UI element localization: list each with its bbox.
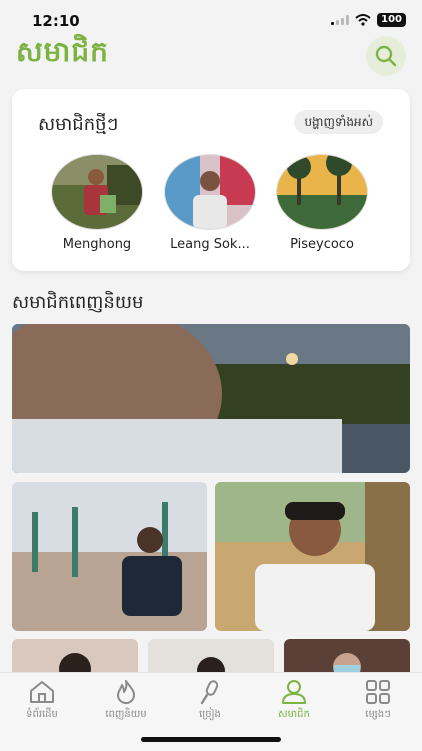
person-icon [282,680,306,704]
page-title: សមាជិក [16,35,109,68]
popular-member-photo[interactable] [12,324,410,473]
nav-label-sing: ច្រៀង [199,709,221,720]
microphone-icon [200,680,219,705]
nav-item-sing[interactable]: ច្រៀង [168,679,252,722]
search-icon [375,45,397,67]
status-icons: 100 [331,13,406,27]
nav-label-home: ទំព័រដើម [26,709,58,720]
home-icon [30,681,54,703]
member-avatar [51,154,143,230]
nav-label-more: ម្សេងៗ [365,709,391,720]
member-avatar [164,154,256,230]
new-members-title: សមាជិកថ្មីៗ [38,114,119,135]
signal-icon [331,15,350,25]
member-name: Menghong [62,237,132,252]
new-members-card: សមាជិកថ្មីៗ បង្ហាញទាំងអស់ Menghong Leang… [12,89,410,271]
member-name: Piseycoco [290,237,354,252]
search-button[interactable] [366,36,406,76]
member-item[interactable]: Leang Sok... [160,154,260,252]
flame-icon [117,680,135,704]
grid-icon [366,680,390,704]
status-time: 12:10 [32,12,80,30]
member-avatar [276,154,368,230]
nav-item-more[interactable]: ម្សេងៗ [336,679,420,722]
member-item[interactable]: Piseycoco [272,154,372,252]
wifi-icon [355,14,371,26]
popular-member-photo[interactable] [12,482,207,631]
nav-item-popular[interactable]: ពេញនិយម [84,679,168,722]
member-item[interactable]: Menghong [47,154,147,252]
nav-label-members: សមាជិក [278,709,310,720]
popular-member-photo[interactable] [215,482,410,631]
home-indicator[interactable] [141,737,281,742]
view-all-button[interactable]: បង្ហាញទាំងអស់ [294,110,383,134]
member-name: Leang Sok... [170,237,250,252]
nav-label-popular: ពេញនិយម [105,709,147,720]
nav-item-members[interactable]: សមាជិក [252,679,336,722]
nav-item-home[interactable]: ទំព័រដើម [0,679,84,722]
battery-indicator: 100 [377,13,406,27]
popular-members-title: សមាជិកពេញនិយម [12,292,144,313]
